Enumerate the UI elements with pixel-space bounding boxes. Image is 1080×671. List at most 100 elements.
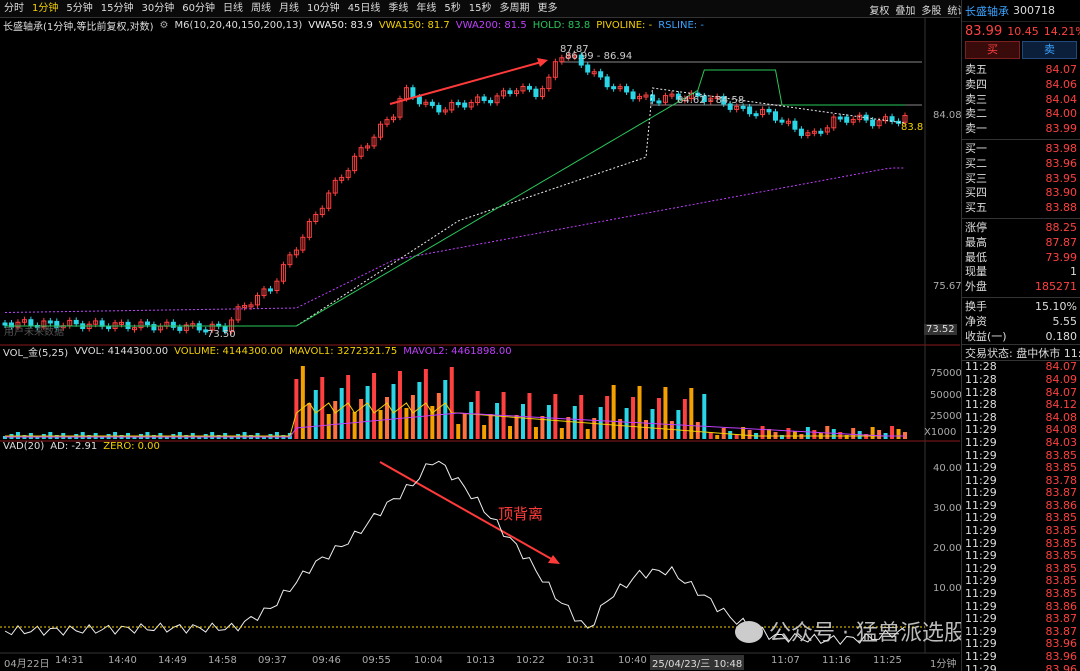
timeframe-0[interactable]: 分时 [0,0,28,18]
vwa50-line [5,87,906,327]
volume-bar [896,429,901,439]
volume-bar [378,410,383,439]
volume-bar [747,430,752,439]
volume-bar [443,380,448,439]
volume-bar [812,430,817,439]
tool-1[interactable]: 叠加 [892,2,918,17]
tick-list[interactable]: 11:28 84.07 11:28 84.09 11:28 84.07 11:28 84.12… [962,361,1080,671]
timeframe-6[interactable]: 日线 [219,0,247,18]
top-arrow-line [389,60,546,105]
volume-bar [372,373,377,439]
tool-2[interactable]: 多股 [918,2,944,17]
vol-axis-unit: X1000 [924,427,957,438]
vad-legend: VAD(20) AD: -2.91 ZERO: 0.00 [3,441,160,452]
ask-row: 卖三 84.04 [962,93,1080,108]
time-label-6: 09:46 [312,655,341,666]
candle-body [507,90,513,95]
timeframe-1[interactable]: 1分钟 [28,0,62,18]
timeframe-4[interactable]: 30分钟 [137,0,178,18]
candle-body [747,106,753,115]
candle-body [526,85,532,90]
ask-label: 卖四 [965,77,987,91]
vol-volume: VOLUME: 4144300.00 [174,346,283,357]
vol-axis-3: 25000 [930,411,962,422]
volume-bar [514,415,519,439]
timeframe-15[interactable]: 多周期 [496,0,534,18]
timeframe-8[interactable]: 月线 [275,0,303,18]
timeframe-3[interactable]: 15分钟 [97,0,138,18]
timeframe-11[interactable]: 季线 [384,0,412,18]
stats-list: 涨停 88.25 最高 87.87 最低 73.99 现量 1 外盘 185271 [962,221,1080,295]
candle-body [585,64,591,73]
stat2-row: 换手 15.10% [962,300,1080,315]
candle-body [429,101,435,106]
stat2-value: 15.10% [1035,299,1077,313]
quote-panel: 长盛轴承 300718 83.99 10.45 14.21% 买 卖 卖五 84.… [961,0,1080,671]
vad-axis-4: 10.00 [933,583,962,594]
bid-list: 买一 83.98 买二 83.96 买三 83.95 买四 83.90 买五 83.88 [962,142,1080,216]
candle-body [410,87,416,98]
time-label-4: 14:58 [208,655,237,666]
ask-row: 卖五 84.07 [962,63,1080,78]
candle-body [740,105,746,109]
timeframe-7[interactable]: 周线 [247,0,275,18]
tick-price: 83.85 [1045,587,1078,601]
tick-row: 11:29 83.96 [962,650,1080,664]
stat-value: 1 [1070,265,1077,279]
stat2-row: 净资 5.55 [962,315,1080,330]
timeframe-5[interactable]: 60分钟 [178,0,219,18]
last-label: 83.8 [901,122,924,133]
tick-price: 83.85 [1045,524,1078,538]
volume-bar [333,401,338,439]
tool-0[interactable]: 复权 [866,2,892,17]
stat-label: 涨停 [965,220,987,234]
tick-price: 83.87 [1045,612,1078,626]
chart-title: 长盛轴承(1分钟,等比前复权,对数) [3,22,154,33]
volume-bar [495,403,500,439]
time-label-12: 10:40 [618,655,647,666]
tick-time: 11:28 [965,372,997,386]
ask-list: 卖五 84.07 卖四 84.06 卖三 84.04 卖二 84.00 卖一 83.99 [962,63,1080,137]
stat-row: 最低 73.99 [962,251,1080,266]
stat-label: 现量 [965,265,987,279]
timeframe-9[interactable]: 10分钟 [303,0,344,18]
stat-value: 88.25 [1045,220,1078,234]
stat2-value: 5.55 [1052,314,1078,328]
timeframe-13[interactable]: 5秒 [440,0,464,18]
volume-bar [365,386,370,439]
stat2-value: 0.180 [1045,329,1078,343]
candle-body [170,321,176,328]
buy-button[interactable]: 买 [965,41,1020,59]
timeframe-10[interactable]: 45日线 [344,0,385,18]
tick-price: 83.96 [1045,662,1078,671]
volume-bar [469,402,474,439]
volume-bar [682,399,687,439]
chart-area[interactable]: 长盛轴承(1分钟,等比前复权,对数) ⚙ M6(10,20,40,150,200… [0,18,962,671]
bid-row: 买四 83.90 [962,186,1080,201]
legend-vwa200: VWA200: 81.5 [455,20,527,31]
sell-button[interactable]: 卖 [1022,41,1077,59]
bid-value: 83.90 [1045,186,1078,200]
timeframe-16[interactable]: 更多 [534,0,562,18]
ask-row: 卖二 84.00 [962,107,1080,122]
stats2-list: 换手 15.10% 净资 5.55 收益(一) 0.180 [962,300,1080,344]
bid-row: 买五 83.88 [962,201,1080,216]
timeframe-12[interactable]: 年线 [412,0,440,18]
timeframe-14[interactable]: 15秒 [465,0,496,18]
candle-body [598,71,604,78]
candle-body [649,94,655,102]
settings-icon[interactable]: ⚙ [160,20,169,31]
candle-body [773,111,779,121]
bid-label: 买三 [965,171,987,185]
candle-body [753,113,759,117]
candle-body [488,99,494,104]
top-arrow-head [537,58,548,67]
volume-bar [482,425,487,439]
timeframe-2[interactable]: 5分钟 [62,0,96,18]
stat2-label: 收益(一) [965,329,1007,343]
stock-header[interactable]: 长盛轴承 300718 [962,0,1080,22]
vad-ad: AD: -2.91 [50,441,98,452]
ask-label: 卖五 [965,63,987,76]
bid-row: 买三 83.95 [962,172,1080,187]
volume-bar [546,405,551,439]
